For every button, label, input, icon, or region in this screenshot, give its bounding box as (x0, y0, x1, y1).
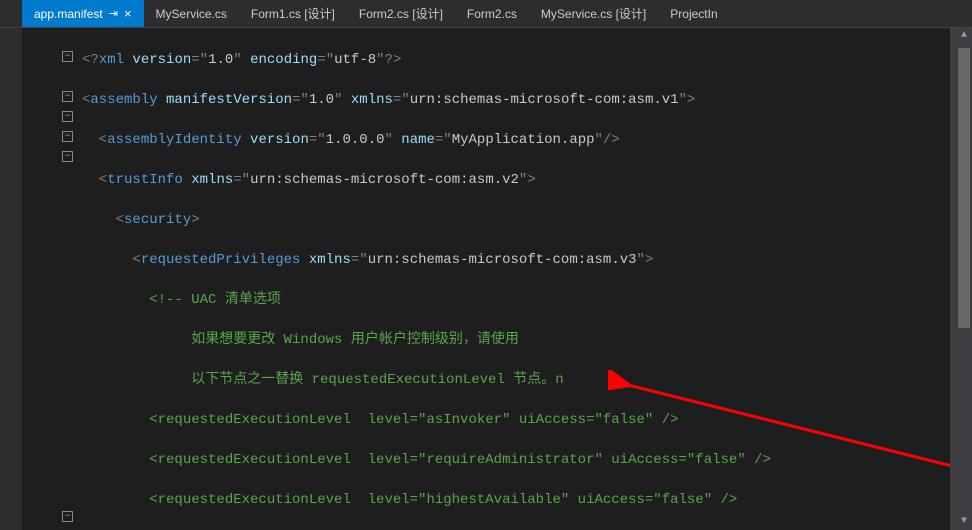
close-icon[interactable]: × (124, 6, 132, 21)
tab-label: MyService.cs [设计] (541, 5, 646, 22)
scroll-up-icon[interactable]: ▲ (956, 28, 972, 44)
fold-toggle[interactable]: − (62, 131, 73, 142)
tab-label: Form2.cs [设计] (359, 5, 443, 22)
tab-form1-design[interactable]: Form1.cs [设计] (239, 0, 347, 27)
tab-label: Form2.cs (467, 7, 517, 21)
fold-toggle[interactable]: − (62, 111, 73, 122)
outline-gutter: − − − − − − (22, 28, 78, 530)
tab-bar: app.manifest ⇥ × MyService.cs Form1.cs [… (0, 0, 972, 28)
scroll-thumb[interactable] (958, 48, 970, 328)
fold-toggle[interactable]: − (62, 151, 73, 162)
fold-toggle[interactable]: − (62, 51, 73, 62)
tabbar-spacer (0, 0, 22, 27)
vertical-scrollbar[interactable]: ▲ ▼ (956, 28, 972, 530)
pin-icon[interactable]: ⇥ (109, 7, 118, 20)
tab-myservice-design[interactable]: MyService.cs [设计] (529, 0, 658, 27)
fold-toggle[interactable]: − (62, 91, 73, 102)
tab-label: app.manifest (34, 7, 103, 21)
tab-form2[interactable]: Form2.cs (455, 0, 529, 27)
scroll-down-icon[interactable]: ▼ (956, 514, 972, 530)
tab-form2-design[interactable]: Form2.cs [设计] (347, 0, 455, 27)
editor-area: − − − − − − <?xml version="1.0" encoding… (0, 28, 972, 530)
tab-app-manifest[interactable]: app.manifest ⇥ × (22, 0, 144, 27)
code-editor[interactable]: <?xml version="1.0" encoding="utf-8"?> <… (78, 28, 972, 530)
tab-myservice[interactable]: MyService.cs (144, 0, 239, 27)
tab-label: Form1.cs [设计] (251, 5, 335, 22)
left-rail (0, 28, 22, 530)
tab-label: ProjectIn (670, 7, 717, 21)
fold-toggle[interactable]: − (62, 511, 73, 522)
tab-label: MyService.cs (156, 7, 227, 21)
tab-projectin[interactable]: ProjectIn (658, 0, 729, 27)
